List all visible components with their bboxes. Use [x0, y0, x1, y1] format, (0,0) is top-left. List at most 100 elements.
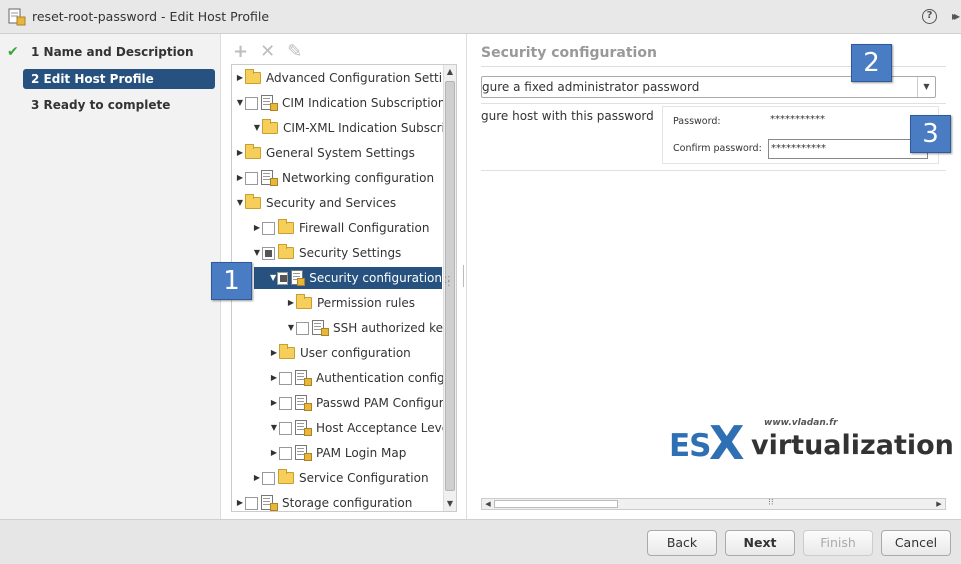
tree-item-label: Storage configuration [282, 496, 413, 510]
chevron-down-icon[interactable]: ▼ [917, 77, 935, 97]
expand-down-icon[interactable]: ▼ [235, 92, 245, 114]
expand-down-icon[interactable]: ▼ [235, 192, 245, 214]
expand-right-icon[interactable]: ▶ [252, 467, 262, 489]
tree-checkbox[interactable] [245, 171, 258, 185]
tree-item[interactable]: ▶ Authentication configura [269, 367, 456, 389]
window-title: reset-root-password - Edit Host Profile [32, 9, 270, 24]
expand-right-icon[interactable]: ▶ [235, 492, 245, 511]
profile-icon [261, 95, 278, 111]
expand-right-icon[interactable]: ▶ [286, 292, 296, 314]
tree-item[interactable]: ▼ Host Acceptance Level [269, 417, 452, 439]
expand-right-icon[interactable]: ▶ [252, 217, 262, 239]
tree-item[interactable]: ▼ Security and Services [235, 192, 396, 214]
scroll-right-icon[interactable]: ▶ [933, 499, 945, 509]
tree-checkbox[interactable] [245, 496, 258, 510]
back-button[interactable]: Back [647, 530, 717, 556]
tree-item[interactable]: ▶ Permission rules [286, 292, 415, 314]
expand-right-icon[interactable]: ▶ [235, 167, 245, 189]
tree-checkbox[interactable] [262, 471, 275, 485]
expand-right-icon[interactable]: ▶ [269, 342, 279, 364]
tree-checkbox[interactable] [279, 371, 292, 385]
folder-icon [262, 119, 278, 134]
tree-item[interactable]: ▼ CIM-XML Indication Subscript [252, 117, 457, 139]
profile-icon [261, 495, 278, 511]
expand-down-icon[interactable]: ▼ [269, 417, 279, 439]
hscroll-grip-icon: ⁝⁝ [768, 498, 774, 508]
tree-checkbox[interactable] [279, 446, 292, 460]
expand-right-icon[interactable]: ▶ [269, 392, 279, 414]
tree-item[interactable]: ▶ User configuration [269, 342, 411, 364]
logo-es: ES [669, 428, 712, 464]
tree-item[interactable]: ▼ Security Settings [252, 242, 401, 264]
splitter-grip-icon[interactable]: ·: ·: [444, 274, 452, 290]
tree-item[interactable]: ▶ Passwd PAM Configura [269, 392, 451, 414]
tree-item-label: Security Settings [299, 246, 402, 260]
tree-checkbox[interactable] [262, 246, 275, 260]
scroll-left-icon[interactable]: ◀ [482, 499, 494, 509]
step-name-and-description[interactable]: 1 Name and Description [23, 42, 215, 62]
tree-checkbox[interactable] [279, 421, 292, 435]
scroll-up-icon[interactable]: ▲ [444, 65, 456, 79]
hscroll-thumb[interactable] [494, 500, 618, 508]
tree-item-label: CIM-XML Indication Subscript [283, 121, 457, 135]
callout-3: 3 [910, 115, 951, 153]
expand-right-icon[interactable]: ▶ [235, 67, 245, 89]
callout-2: 2 [851, 44, 892, 82]
tree-checkbox[interactable] [262, 221, 275, 235]
expand-down-icon[interactable]: ▼ [252, 242, 262, 264]
expand-down-icon[interactable]: ▼ [286, 317, 296, 339]
tree-checkbox[interactable] [296, 321, 309, 335]
expand-right-icon[interactable]: ▶ [269, 367, 279, 389]
tree-checkbox[interactable] [245, 96, 258, 110]
profile-icon [261, 170, 278, 186]
tree-item[interactable]: ▶ Storage configuration [235, 492, 413, 511]
expand-down-icon[interactable]: ▼ [269, 267, 277, 289]
tree-item[interactable]: ▶ Service Configuration [252, 467, 429, 489]
confirm-password-input[interactable]: *********** [768, 139, 928, 159]
remove-icon[interactable]: ✕ [260, 41, 275, 62]
checkmark-icon: ✔ [7, 44, 19, 60]
password-fields: Password: *********** Confirm password: … [662, 106, 939, 164]
folder-icon [245, 194, 261, 209]
help-icon[interactable]: ? [922, 9, 937, 24]
profile-icon [312, 320, 329, 336]
expand-icon[interactable]: ▸▸ [952, 9, 960, 23]
wizard-footer: Back Next Finish Cancel [0, 519, 961, 564]
profile-icon [295, 445, 312, 461]
tree-item[interactable]: ▶ PAM Login Map [269, 442, 406, 464]
scroll-down-icon[interactable]: ▼ [444, 497, 456, 511]
logo-virtualization: virtualization [751, 430, 954, 461]
dropdown-value: gure a fixed administrator password [482, 80, 700, 94]
config-horizontal-scrollbar[interactable]: ◀ ⁝⁝ ▶ [481, 498, 946, 510]
folder-icon [278, 469, 294, 484]
expand-right-icon[interactable]: ▶ [269, 442, 279, 464]
next-button[interactable]: Next [725, 530, 795, 556]
expand-down-icon[interactable]: ▼ [252, 117, 262, 139]
tree-checkbox[interactable] [277, 271, 289, 285]
step-edit-host-profile[interactable]: 2 Edit Host Profile [23, 69, 215, 89]
tree-item[interactable]: ▶ General System Settings [235, 142, 415, 164]
cancel-button[interactable]: Cancel [881, 530, 951, 556]
expand-right-icon[interactable]: ▶ [235, 142, 245, 164]
tree-item[interactable]: ▼ CIM Indication Subscriptions [235, 92, 452, 114]
tree-item[interactable]: ▼ SSH authorized key f [286, 317, 456, 339]
password-config-box: gure host with this password Password: *… [481, 103, 946, 171]
tree-item[interactable]: ▶ Firewall Configuration [252, 217, 429, 239]
add-icon[interactable]: + [233, 41, 248, 62]
edit-icon[interactable]: ✎ [287, 41, 302, 62]
profile-icon [291, 270, 306, 286]
confirm-password-label: Confirm password: [673, 143, 762, 154]
tree-item-label: Advanced Configuration Settings [266, 71, 457, 85]
section-title: Security configuration [481, 45, 657, 61]
title-bar: reset-root-password - Edit Host Profile … [0, 0, 961, 34]
tree-item[interactable]: ▼ Security configuration [254, 267, 442, 289]
finish-button[interactable]: Finish [803, 530, 873, 556]
tree-checkbox[interactable] [279, 396, 292, 410]
step-ready-to-complete[interactable]: 3 Ready to complete [23, 95, 215, 115]
tree-item-label: Security and Services [266, 196, 397, 210]
tree-item[interactable]: ▶ Advanced Configuration Settings [235, 67, 457, 89]
tree-item[interactable]: ▶ Networking configuration [235, 167, 434, 189]
logo-url: www.vladan.fr [764, 418, 838, 428]
host-profile-icon [8, 8, 26, 26]
folder-icon [279, 344, 295, 359]
